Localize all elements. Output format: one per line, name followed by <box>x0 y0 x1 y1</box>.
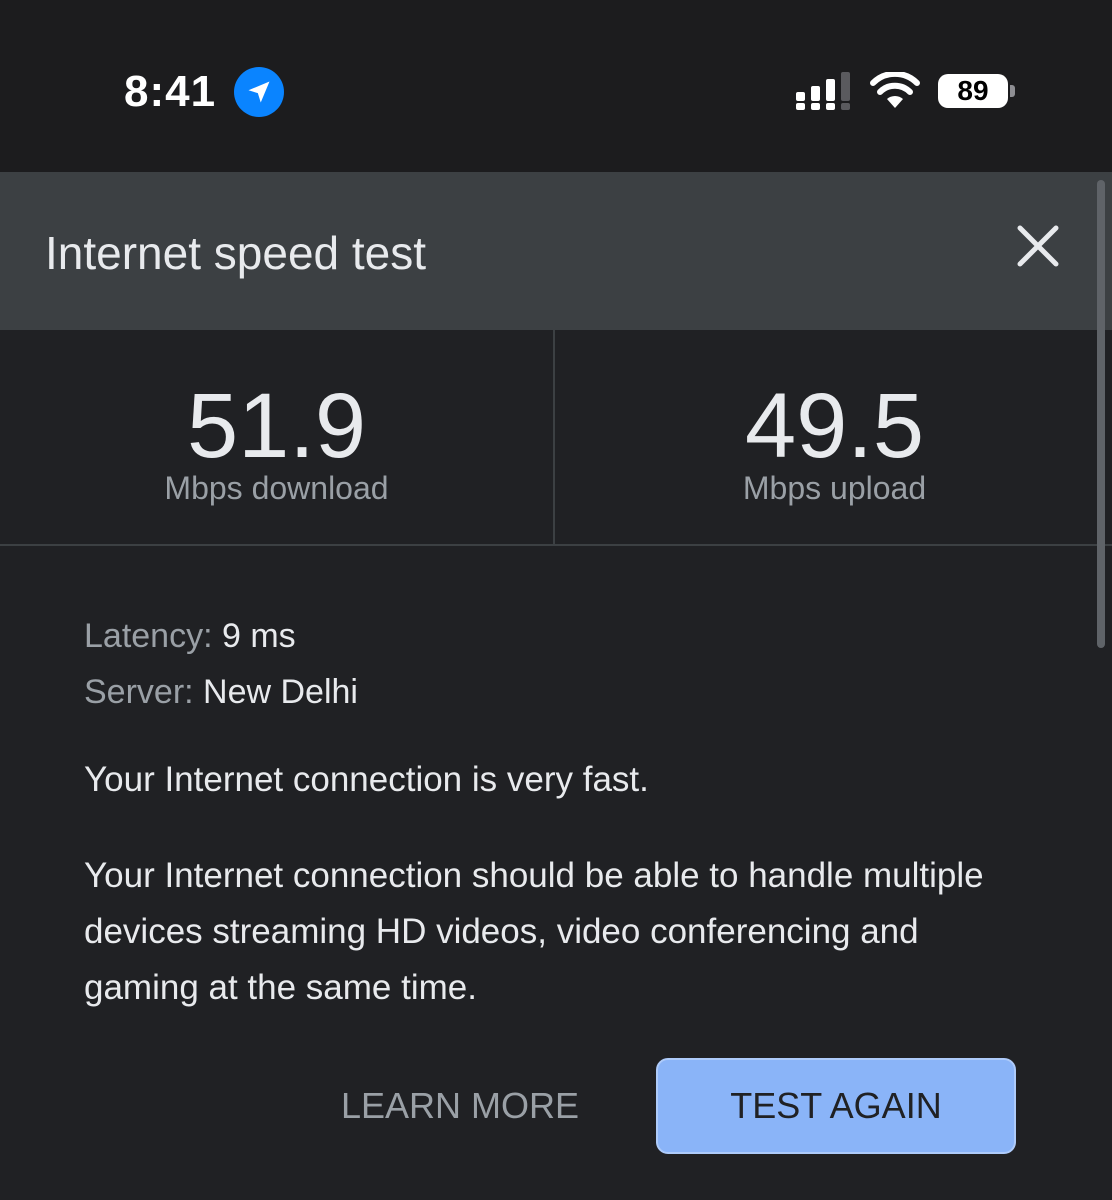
wifi-icon <box>870 72 920 108</box>
speed-results: 51.9 Mbps download 49.5 Mbps upload <box>0 330 1112 546</box>
latency-value: 9 ms <box>212 617 296 655</box>
server-value: New Delhi <box>193 673 358 711</box>
test-again-button[interactable]: TEST AGAIN <box>656 1058 1016 1154</box>
download-result: 51.9 Mbps download <box>0 330 555 544</box>
status-bar: 8:41 89 <box>0 0 1112 172</box>
download-speed-unit: Mbps download <box>164 470 389 506</box>
upload-result: 49.5 Mbps upload <box>557 330 1112 544</box>
location-arrow-icon <box>234 67 284 117</box>
speed-test-header: Internet speed test <box>0 172 1112 330</box>
connection-summary: Your Internet connection is very fast. <box>84 760 649 799</box>
connection-description: Your Internet connection should be able … <box>84 856 984 1007</box>
upload-speed-unit: Mbps upload <box>742 470 927 506</box>
battery-icon: 89 <box>938 72 1018 110</box>
page-title: Internet speed test <box>45 227 427 279</box>
server-line: Server: New Delhi <box>84 664 1044 720</box>
learn-more-button[interactable]: LEARN MORE <box>320 1070 600 1142</box>
upload-speed-value: 49.5 <box>744 375 925 477</box>
latency-label: Latency: <box>84 617 213 655</box>
latency-line: Latency: 9 ms <box>84 608 1044 664</box>
server-label: Server: <box>84 673 194 711</box>
battery-level: 89 <box>957 75 989 106</box>
close-button[interactable] <box>1010 218 1066 274</box>
cellular-signal-icon <box>796 72 850 110</box>
test-details: Latency: 9 ms Server: New Delhi <box>84 608 1044 720</box>
scrollbar-thumb[interactable] <box>1097 180 1105 648</box>
status-time: 8:41 <box>124 67 217 116</box>
close-icon <box>1017 225 1059 267</box>
download-speed-value: 51.9 <box>186 375 367 477</box>
